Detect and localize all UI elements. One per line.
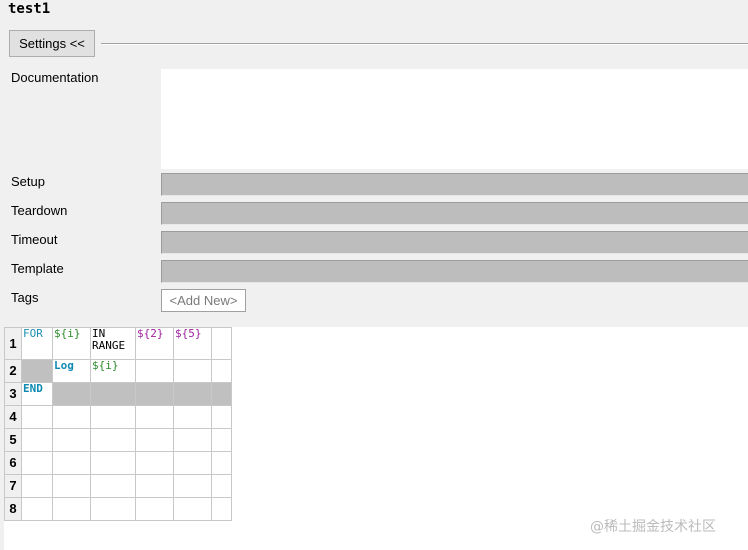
- grid-cell[interactable]: [90, 428, 136, 452]
- grid-cell[interactable]: ${i}: [90, 359, 136, 383]
- grid-cell[interactable]: [135, 382, 174, 406]
- grid-cell[interactable]: [21, 405, 53, 429]
- setup-field[interactable]: [161, 173, 748, 196]
- grid-cell[interactable]: [135, 359, 174, 383]
- table-row: 2 Log ${i}: [4, 359, 232, 383]
- tags-label: Tags: [11, 290, 39, 305]
- setup-label: Setup: [11, 174, 45, 189]
- grid-cell[interactable]: [21, 474, 53, 498]
- grid-cell[interactable]: [52, 405, 91, 429]
- grid-cell[interactable]: [173, 359, 212, 383]
- test-case-title: test1: [8, 1, 51, 17]
- grid-cell[interactable]: Log: [52, 359, 91, 383]
- table-row: 1 FOR ${i} IN RANGE ${2} ${5}: [4, 327, 232, 360]
- grid-cell[interactable]: [135, 428, 174, 452]
- grid-cell[interactable]: [90, 451, 136, 475]
- grid-cell[interactable]: [211, 327, 232, 360]
- grid-cell[interactable]: END: [21, 382, 53, 406]
- grid-cell[interactable]: [90, 497, 136, 521]
- grid-cell[interactable]: FOR: [21, 327, 53, 360]
- row-number[interactable]: 3: [4, 382, 22, 406]
- row-number[interactable]: 5: [4, 428, 22, 452]
- settings-toggle-button[interactable]: Settings <<: [9, 30, 95, 57]
- grid-cell[interactable]: ${2}: [135, 327, 174, 360]
- grid-cell[interactable]: [52, 474, 91, 498]
- watermark: @稀土掘金技术社区: [590, 519, 716, 535]
- grid-cell[interactable]: [211, 497, 232, 521]
- grid-cell[interactable]: [90, 474, 136, 498]
- table-row: 5: [4, 428, 232, 452]
- grid-cell[interactable]: [211, 474, 232, 498]
- test-step-grid: 1 FOR ${i} IN RANGE ${2} ${5} 2 Log ${i}…: [4, 327, 232, 521]
- grid-cell[interactable]: [135, 474, 174, 498]
- row-number[interactable]: 8: [4, 497, 22, 521]
- table-row: 3 END: [4, 382, 232, 406]
- row-number[interactable]: 6: [4, 451, 22, 475]
- grid-cell[interactable]: IN RANGE: [90, 327, 136, 360]
- template-field[interactable]: [161, 260, 748, 283]
- table-row: 6: [4, 451, 232, 475]
- table-row: 8: [4, 497, 232, 521]
- documentation-editor[interactable]: [161, 69, 748, 169]
- grid-cell[interactable]: [52, 497, 91, 521]
- grid-cell[interactable]: [135, 405, 174, 429]
- grid-cell[interactable]: [173, 474, 212, 498]
- grid-cell[interactable]: [52, 382, 91, 406]
- row-number[interactable]: 7: [4, 474, 22, 498]
- grid-cell[interactable]: [211, 428, 232, 452]
- grid-cell[interactable]: [21, 428, 53, 452]
- grid-cell[interactable]: [173, 405, 212, 429]
- grid-cell[interactable]: [52, 428, 91, 452]
- row-number[interactable]: 1: [4, 327, 22, 360]
- template-label: Template: [11, 261, 64, 276]
- grid-cell[interactable]: ${5}: [173, 327, 212, 360]
- grid-cell[interactable]: [135, 497, 174, 521]
- add-tag-button[interactable]: <Add New>: [161, 289, 246, 312]
- table-row: 7: [4, 474, 232, 498]
- grid-cell[interactable]: [211, 405, 232, 429]
- timeout-label: Timeout: [11, 232, 58, 247]
- grid-cell[interactable]: [52, 451, 91, 475]
- grid-cell[interactable]: [90, 405, 136, 429]
- row-number[interactable]: 2: [4, 359, 22, 383]
- grid-cell[interactable]: [135, 451, 174, 475]
- grid-cell[interactable]: [173, 497, 212, 521]
- table-row: 4: [4, 405, 232, 429]
- grid-cell[interactable]: [21, 497, 53, 521]
- grid-cell[interactable]: ${i}: [52, 327, 91, 360]
- documentation-label: Documentation: [11, 70, 99, 85]
- grid-cell[interactable]: [173, 451, 212, 475]
- teardown-field[interactable]: [161, 202, 748, 225]
- row-number[interactable]: 4: [4, 405, 22, 429]
- grid-cell[interactable]: [21, 451, 53, 475]
- grid-cell[interactable]: [173, 382, 212, 406]
- grid-cell[interactable]: [211, 359, 232, 383]
- grid-cell[interactable]: [211, 382, 232, 406]
- grid-cell[interactable]: [211, 451, 232, 475]
- grid-cell[interactable]: [21, 359, 53, 383]
- separator-line: [101, 43, 748, 45]
- timeout-field[interactable]: [161, 231, 748, 254]
- teardown-label: Teardown: [11, 203, 68, 218]
- grid-cell[interactable]: [173, 428, 212, 452]
- grid-cell[interactable]: [90, 382, 136, 406]
